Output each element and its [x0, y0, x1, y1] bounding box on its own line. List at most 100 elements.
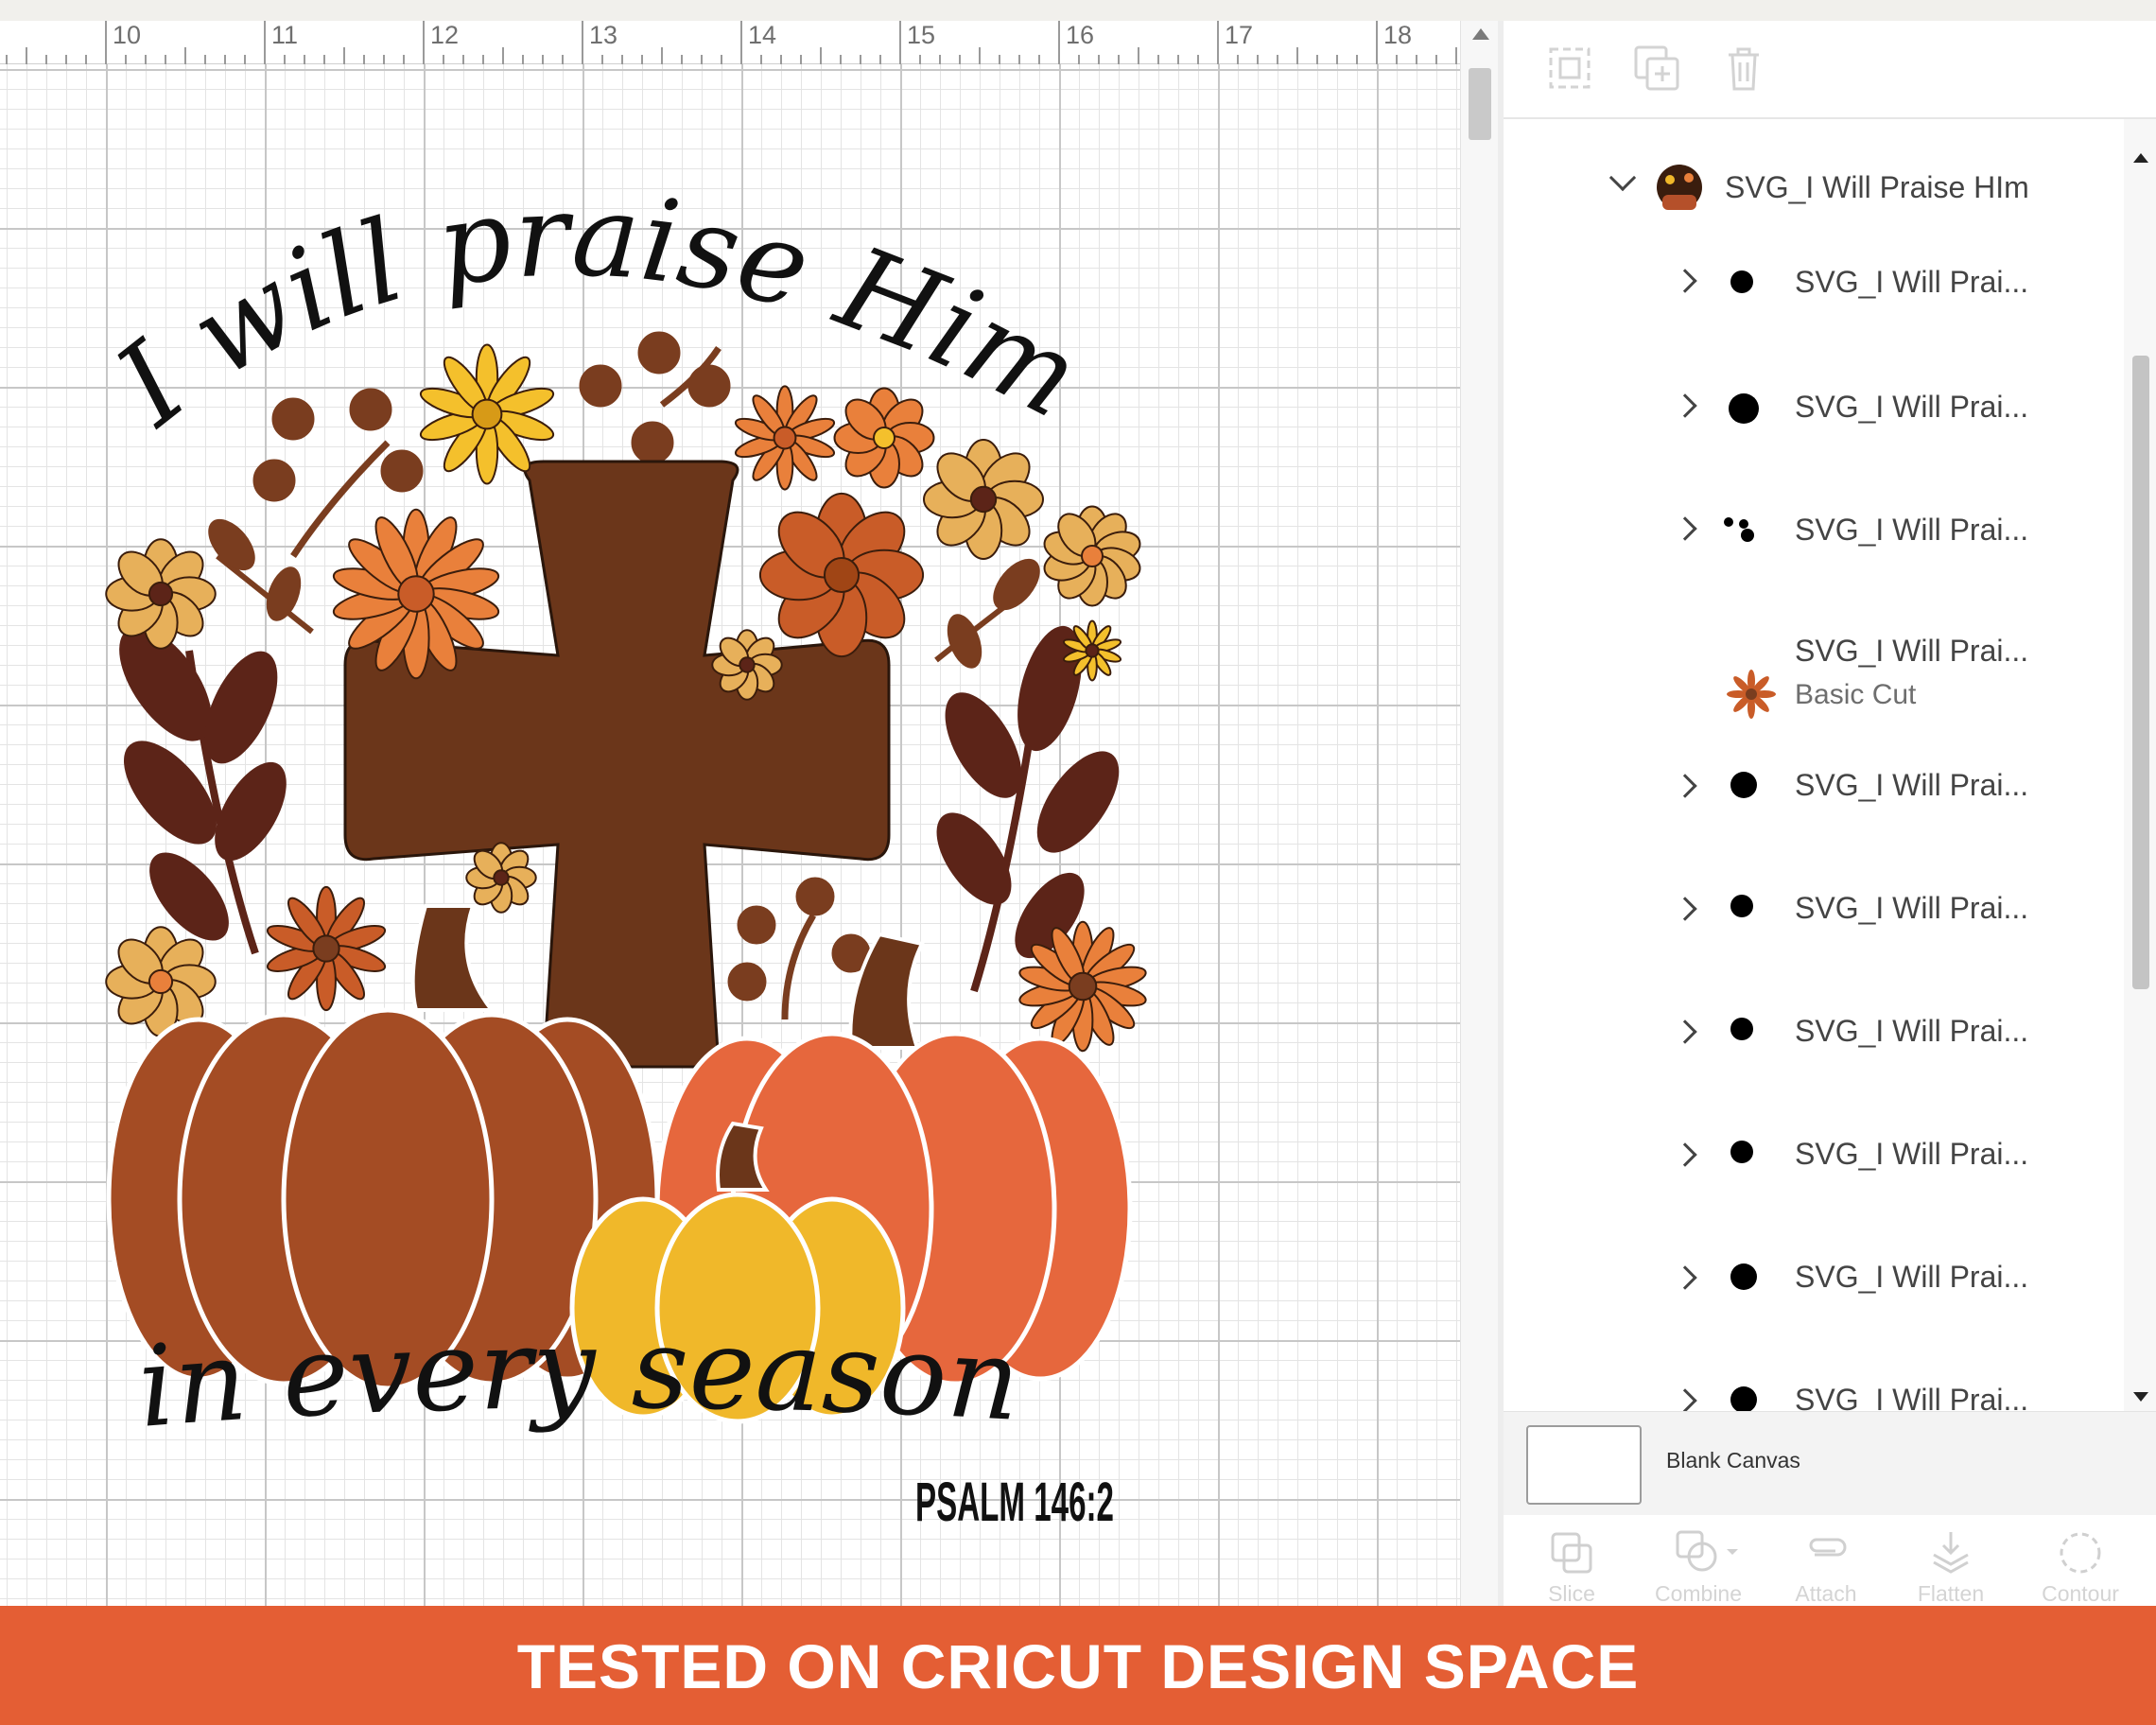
layer-row[interactable]: SVG_I Will Prai...	[1504, 1235, 2124, 1358]
layer-name: SVG_I Will Prai...	[1795, 1137, 2029, 1171]
promo-banner: TESTED ON CRICUT DESIGN SPACE	[0, 1606, 2156, 1725]
layers-toolbar	[1504, 21, 2156, 119]
chevron-right-icon[interactable]	[1673, 1019, 1697, 1044]
scroll-up-arrow-icon[interactable]	[1472, 28, 1489, 40]
chevron-right-icon[interactable]	[1673, 516, 1697, 541]
layer-thumbnail	[1729, 393, 1759, 424]
title-line-2: in every season	[133, 1303, 1023, 1453]
flatten-button[interactable]: Flatten	[1894, 1515, 2008, 1606]
layer-row[interactable]: SVG_I Will Prai...	[1504, 1358, 2124, 1411]
chevron-right-icon[interactable]	[1673, 1142, 1697, 1167]
contour-button[interactable]: Contour	[2024, 1515, 2137, 1606]
layer-row[interactable]: SVG_I Will Prai...	[1504, 497, 2124, 620]
layer-row[interactable]: SVG_I Will Prai... Basic Cut	[1504, 619, 2124, 741]
ruler-label: 18	[1383, 21, 1413, 49]
layer-actions-bar: Slice Combine Attach Flatten Contour	[1504, 1515, 2156, 1606]
layer-name: SVG_I Will Prai...	[1795, 1260, 2029, 1294]
flower	[1043, 505, 1141, 607]
layers-scrollbar[interactable]	[2124, 119, 2156, 1411]
flatten-icon	[1933, 1532, 1969, 1574]
layer-row[interactable]: SVG_I Will Prai...	[1504, 250, 2124, 373]
scroll-down-arrow-icon[interactable]	[2133, 1392, 2148, 1402]
ruler-label: 17	[1225, 21, 1254, 49]
ruler-label: 16	[1066, 21, 1095, 49]
duplicate-icon[interactable]	[1628, 40, 1685, 96]
flower	[711, 629, 783, 701]
delete-icon[interactable]	[1715, 40, 1772, 96]
layer-thumbnail	[1730, 1018, 1753, 1040]
scroll-up-arrow-icon[interactable]	[2133, 153, 2148, 163]
layer-thumbnail	[1724, 517, 1754, 542]
contour-label: Contour	[2042, 1581, 2119, 1606]
group-select-icon[interactable]	[1541, 40, 1598, 96]
flower	[266, 885, 387, 1012]
scroll-thumb[interactable]	[1469, 68, 1491, 140]
chevron-right-icon[interactable]	[1673, 393, 1697, 418]
layer-row[interactable]: SVG_I Will Prai...	[1504, 373, 2124, 496]
layer-group-row[interactable]: SVG_I Will Praise HIm	[1504, 142, 2124, 265]
slice-icon	[1551, 1532, 1592, 1574]
ruler-label: 15	[907, 21, 936, 49]
slice-button[interactable]: Slice	[1515, 1515, 1628, 1606]
ruler-label: 12	[430, 21, 460, 49]
layer-thumbnail	[1727, 670, 1776, 719]
flower	[465, 842, 537, 914]
chevron-right-icon[interactable]	[1673, 774, 1697, 798]
layer-name: SVG_I Will Prai...	[1795, 390, 2029, 424]
layer-name: SVG_I Will Prai...	[1795, 265, 2029, 299]
layer-operation: Basic Cut	[1795, 679, 1917, 710]
layer-name: SVG_I Will Prai...	[1795, 1014, 2029, 1048]
banner-text: TESTED ON CRICUT DESIGN SPACE	[516, 1631, 1640, 1701]
flower	[105, 538, 217, 650]
layer-name: SVG_I Will Prai...	[1795, 634, 2029, 668]
layer-thumbnail	[1730, 1263, 1757, 1290]
leaf-sprig-right	[934, 558, 1040, 669]
chevron-right-icon[interactable]	[1673, 1388, 1697, 1411]
verse-reference: PSALM 146:2	[915, 1472, 1114, 1533]
canvas-scrollbar[interactable]	[1460, 21, 1498, 1606]
flower	[833, 387, 935, 489]
ruler-label: 11	[271, 21, 299, 49]
slice-label: Slice	[1548, 1581, 1595, 1606]
attach-icon	[1809, 1538, 1847, 1557]
contour-icon	[2060, 1532, 2101, 1574]
chevron-right-icon[interactable]	[1673, 897, 1697, 921]
blank-canvas-row[interactable]: Blank Canvas	[1504, 1411, 2156, 1515]
berry-sprig-mid	[727, 877, 871, 1020]
layer-thumbnail	[1730, 1386, 1757, 1411]
flower	[734, 385, 836, 491]
ruler-label: 14	[748, 21, 777, 49]
design-canvas[interactable]: 10 11 12 13 14 15 16 17 18 I will praise…	[0, 21, 1460, 1606]
layer-name: SVG_I Will Prai...	[1795, 891, 2029, 925]
layer-list[interactable]: SVG_I Will Praise HIm SVG_I Will Prai...…	[1504, 119, 2124, 1411]
ruler-label: 10	[113, 21, 142, 49]
attach-button[interactable]: Attach	[1769, 1515, 1883, 1606]
title-line-1: I will praise Him	[92, 170, 1100, 452]
layers-panel: SVG_I Will Praise HIm SVG_I Will Prai...…	[1504, 21, 2156, 1606]
canvas-color-swatch[interactable]	[1526, 1425, 1642, 1505]
chevron-right-icon[interactable]	[1673, 1265, 1697, 1290]
layer-row[interactable]: SVG_I Will Prai...	[1504, 1112, 2124, 1235]
layer-thumbnail	[1730, 1141, 1753, 1163]
layer-name: SVG_I Will Prai...	[1795, 513, 2029, 547]
ruler-label: 13	[589, 21, 618, 49]
combine-button[interactable]: Combine	[1642, 1515, 1755, 1606]
berry-sprig-top	[579, 331, 731, 464]
leaf-sprig-left	[208, 518, 314, 635]
flower	[923, 439, 1044, 560]
left-branch	[119, 626, 287, 955]
group-thumbnail	[1657, 165, 1702, 210]
chevron-down-icon[interactable]	[1608, 164, 1637, 192]
layer-thumbnail	[1730, 772, 1757, 798]
layer-row[interactable]: SVG_I Will Prai...	[1504, 989, 2124, 1112]
layer-row[interactable]: SVG_I Will Prai...	[1504, 743, 2124, 866]
layer-group-name: SVG_I Will Praise HIm	[1725, 170, 2029, 204]
combine-icon	[1676, 1530, 1738, 1572]
design-space-window: 10 11 12 13 14 15 16 17 18 I will praise…	[0, 0, 2156, 1725]
blank-canvas-label: Blank Canvas	[1666, 1448, 1800, 1472]
layer-thumbnail	[1730, 270, 1753, 293]
scroll-thumb[interactable]	[2132, 356, 2149, 989]
layer-row[interactable]: SVG_I Will Prai...	[1504, 866, 2124, 989]
chevron-right-icon[interactable]	[1673, 269, 1697, 293]
design-artwork[interactable]: I will praise Him in every season PSALM …	[0, 64, 1460, 1606]
